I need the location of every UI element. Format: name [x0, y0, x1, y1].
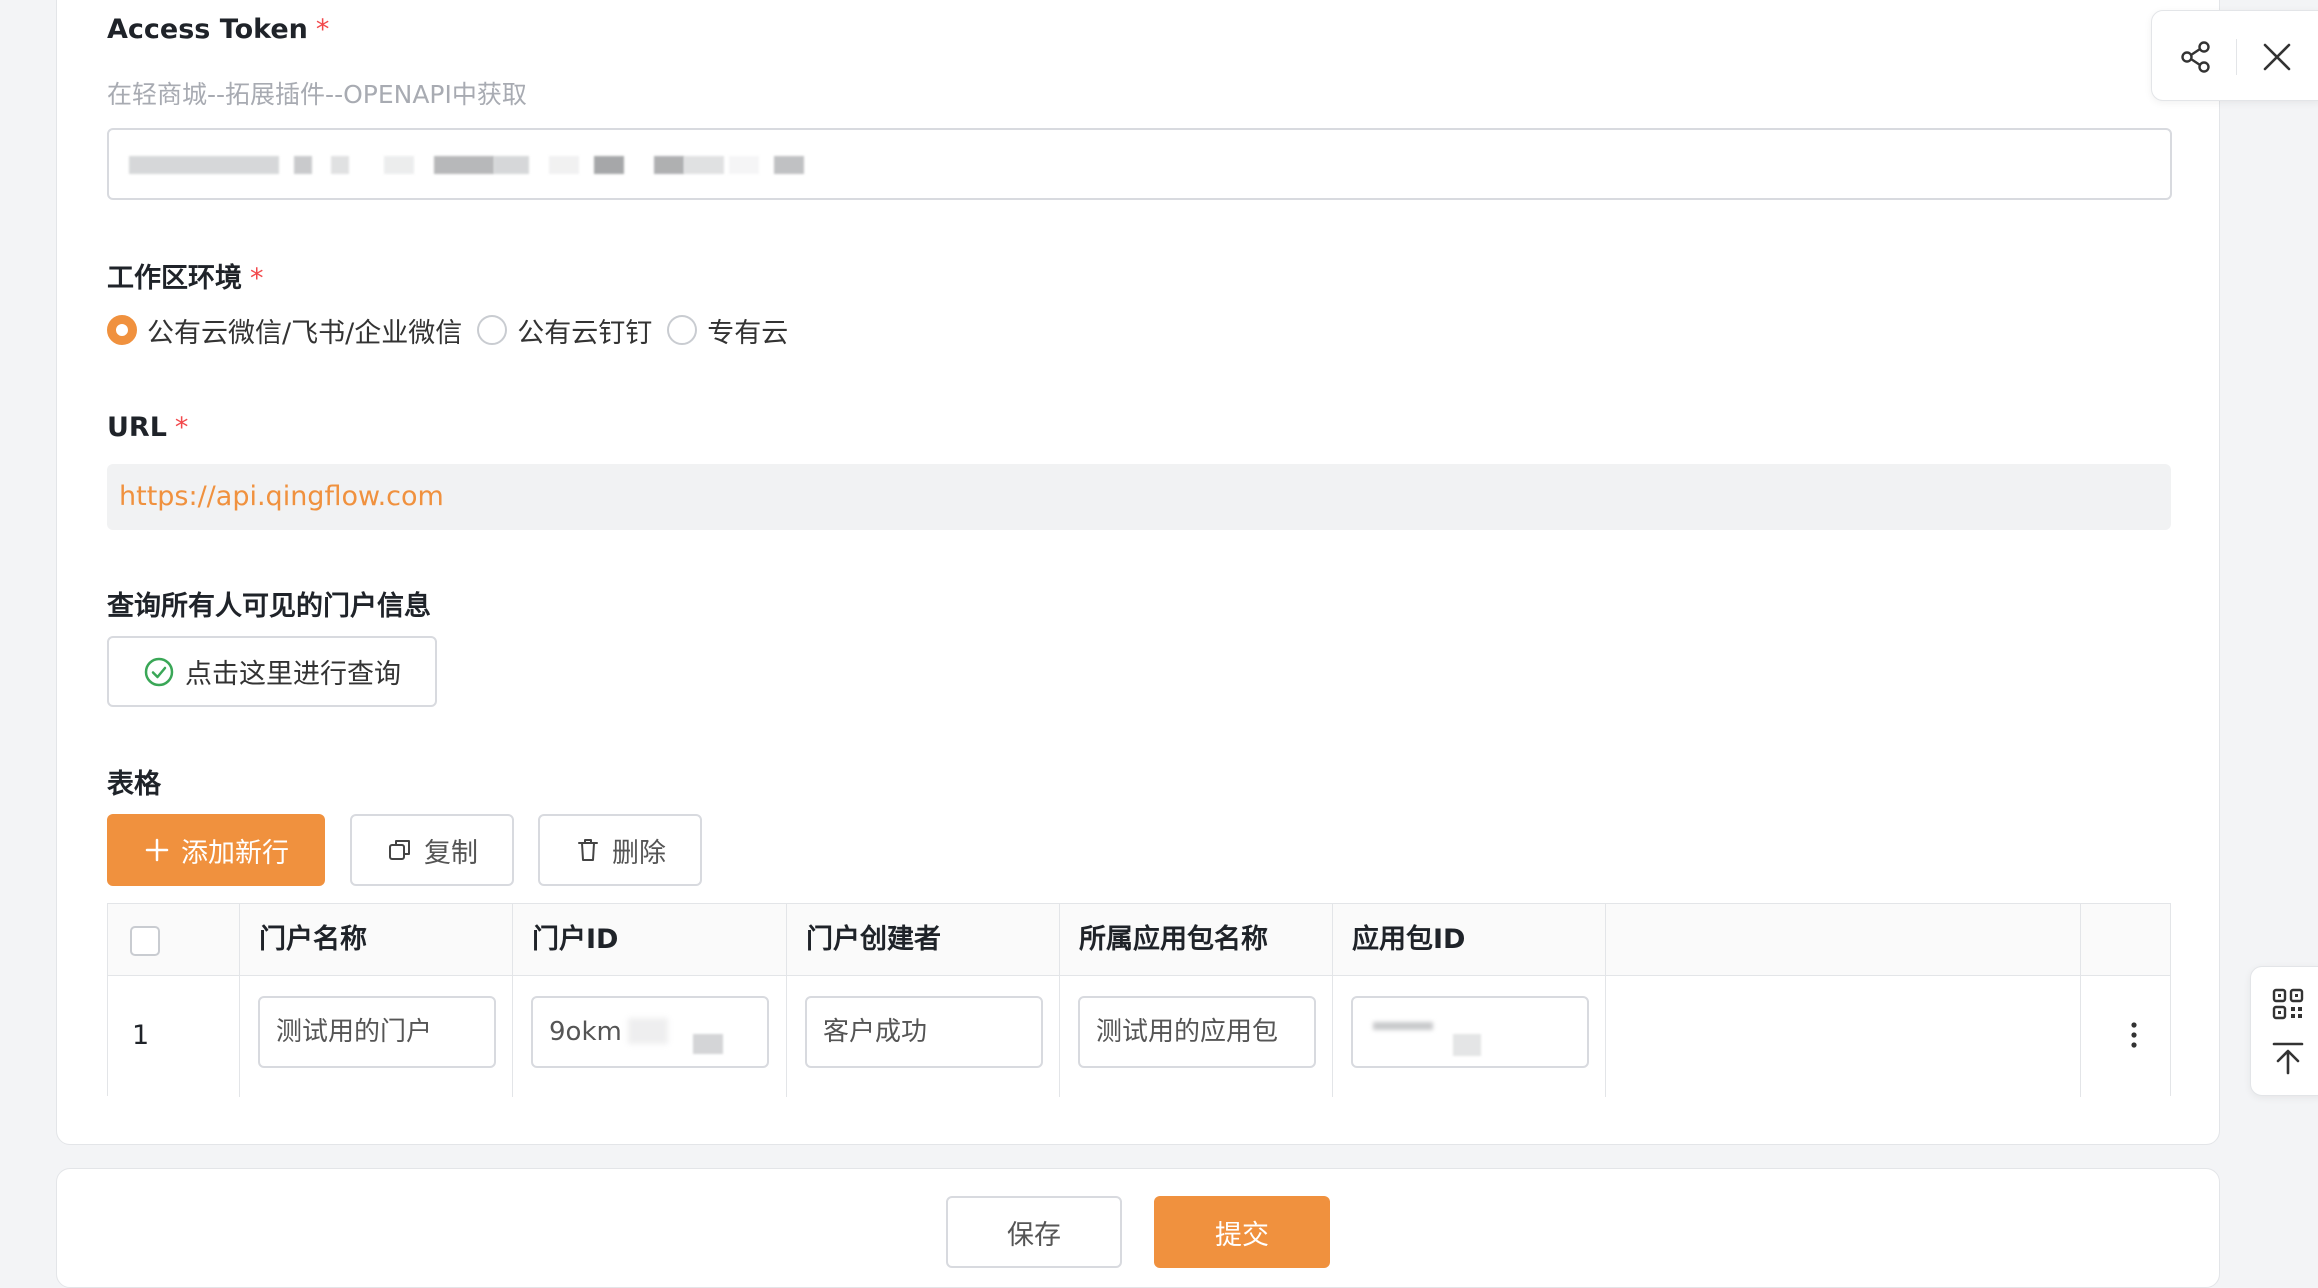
column-header-portal-name: 门户名称 — [259, 924, 367, 955]
portal-table: 门户名称 门户ID 门户创建者 所属应用包名称 应用包ID 1 测试用的门户 9… — [107, 903, 2171, 1097]
column-header-package-name: 所属应用包名称 — [1079, 924, 1268, 955]
more-vertical-icon[interactable] — [2130, 1020, 2138, 1054]
copy-icon — [386, 836, 414, 864]
column-divider — [512, 904, 513, 1097]
footer-bar — [56, 1168, 2220, 1288]
package-name-input[interactable]: 测试用的应用包 — [1078, 996, 1316, 1068]
back-to-top-icon[interactable] — [2271, 1041, 2305, 1079]
portal-query-label: 查询所有人可见的门户信息 — [107, 591, 431, 622]
column-divider — [1605, 904, 1606, 1097]
qr-code-icon[interactable] — [2271, 987, 2305, 1025]
access-token-input[interactable] — [107, 128, 2172, 200]
column-header-portal-id: 门户ID — [532, 924, 619, 955]
copy-row-button[interactable]: 复制 — [350, 814, 514, 886]
add-row-button[interactable]: 添加新行 — [107, 814, 325, 886]
row-index: 1 — [132, 1020, 150, 1051]
portal-name-input[interactable]: 测试用的门户 — [258, 996, 496, 1068]
table-header-row: 门户名称 门户ID 门户创建者 所属应用包名称 应用包ID — [108, 904, 2170, 976]
radio-unchecked-icon — [667, 315, 698, 345]
package-id-input[interactable] — [1351, 996, 1589, 1068]
column-divider — [786, 904, 787, 1097]
radio-checked-icon — [107, 315, 137, 345]
radio-private-cloud[interactable]: 专有云 — [667, 311, 788, 350]
column-divider — [1332, 904, 1333, 1097]
radio-public-dingtalk[interactable]: 公有云钉钉 — [477, 311, 652, 350]
close-icon[interactable] — [2259, 39, 2295, 79]
floating-toolbar — [2151, 10, 2318, 101]
radio-unchecked-icon — [477, 315, 508, 345]
delete-row-button[interactable]: 删除 — [538, 814, 702, 886]
table-label: 表格 — [107, 769, 161, 800]
portal-id-input[interactable]: 9okm — [531, 996, 769, 1068]
submit-button[interactable]: 提交 — [1154, 1196, 1330, 1268]
plus-icon — [143, 836, 171, 864]
toolbar-divider — [2236, 39, 2237, 75]
access-token-label: Access Token * — [107, 14, 330, 45]
creator-input[interactable]: 客户成功 — [805, 996, 1043, 1068]
column-header-creator: 门户创建者 — [806, 924, 941, 955]
share-icon[interactable] — [2178, 39, 2214, 79]
query-portals-button[interactable]: 点击这里进行查询 — [107, 636, 437, 707]
column-divider — [2080, 904, 2081, 1097]
radio-public-wechat[interactable]: 公有云微信/飞书/企业微信 — [107, 311, 462, 350]
check-circle-icon — [143, 656, 175, 688]
trash-icon — [574, 836, 602, 864]
url-field: https://api.qingflow.com — [107, 464, 2171, 530]
workspace-env-radio-group: 公有云微信/飞书/企业微信 公有云钉钉 专有云 — [107, 310, 803, 350]
workspace-env-label: 工作区环境 * — [107, 263, 264, 294]
select-all-checkbox[interactable] — [130, 926, 160, 956]
column-divider — [1059, 904, 1060, 1097]
floating-side-toolbar — [2250, 966, 2318, 1096]
column-header-package-id: 应用包ID — [1352, 924, 1466, 955]
url-label: URL * — [107, 412, 189, 443]
save-button[interactable]: 保存 — [946, 1196, 1122, 1268]
access-token-hint: 在轻商城--拓展插件--OPENAPI中获取 — [107, 80, 527, 109]
column-divider — [239, 904, 240, 1097]
